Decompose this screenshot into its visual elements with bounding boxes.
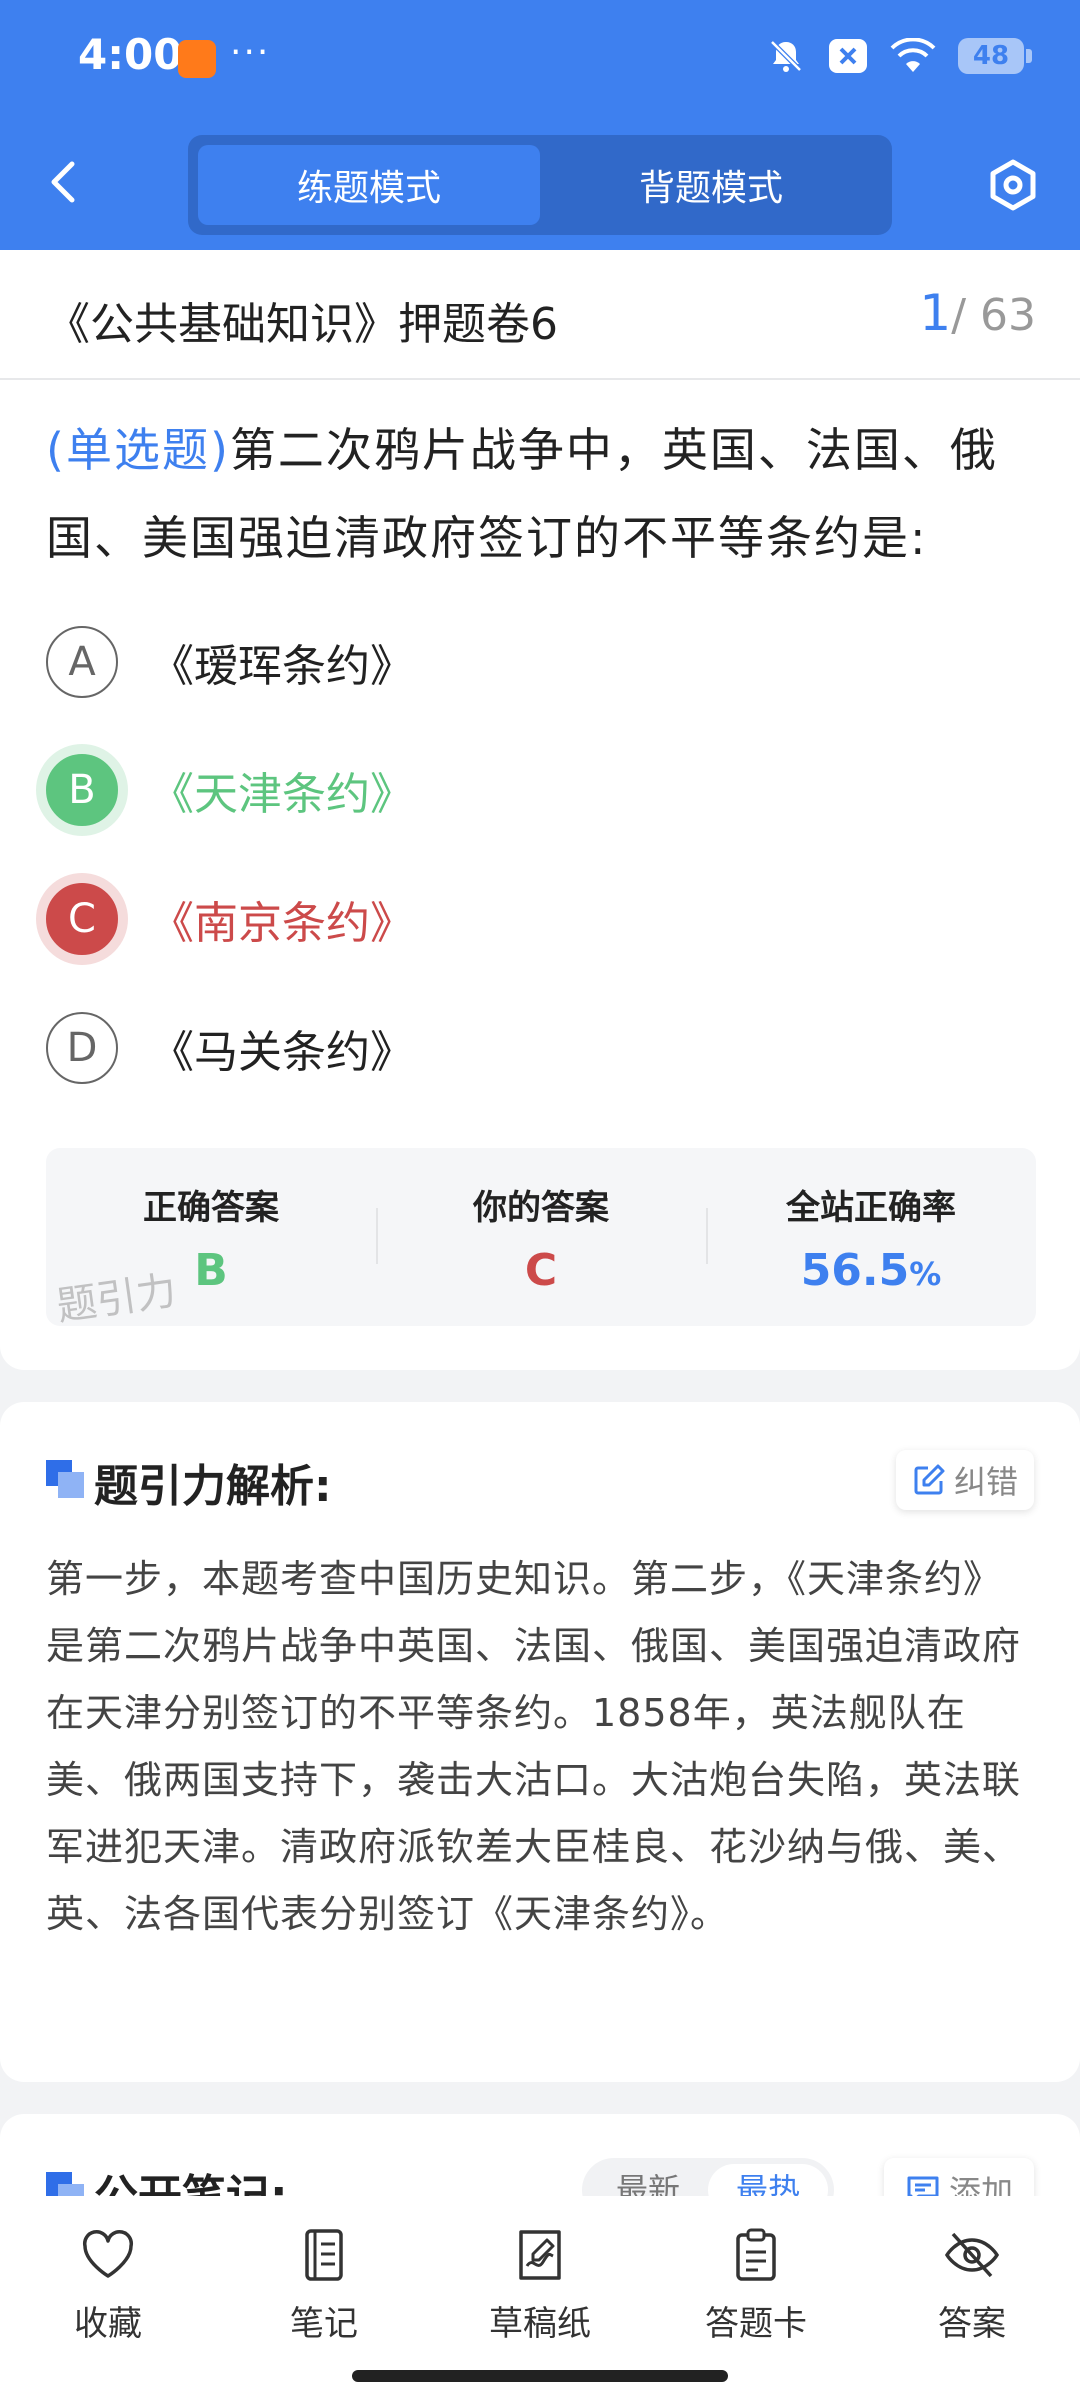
correct-answer-col: 正确答案 B 题引力 <box>46 1148 376 1330</box>
answer-summary: 正确答案 B 题引力 你的答案 C 全站正确率 56.5% <box>46 1148 1036 1330</box>
option-c[interactable]: C 《南京条约》 <box>46 879 414 959</box>
total-questions: / 63 <box>951 290 1036 341</box>
paper-title: 《公共基础知识》押题卷6 <box>46 299 558 350</box>
nav-favorite-label: 收藏 <box>74 2304 142 2344</box>
question-card: (单选题)第二次鸦片战争中，英国、法国、俄国、美国强迫清政府签订的不平等条约是:… <box>0 380 1080 1370</box>
option-d[interactable]: D 《马关条约》 <box>46 1008 414 1088</box>
option-a-text: 《瑷珲条约》 <box>150 641 414 692</box>
nav-favorite[interactable]: 收藏 <box>0 2196 216 2400</box>
option-d-badge: D <box>46 1012 118 1084</box>
your-answer-label: 你的答案 <box>473 1188 609 1228</box>
analysis-text: 第一步，本题考查中国历史知识。第二步，《天津条约》是第二次鸦片战争中英国、法国、… <box>46 1557 1022 1936</box>
heart-icon <box>82 2230 134 2278</box>
option-d-text: 《马关条约》 <box>150 1027 414 1078</box>
option-a-badge: A <box>46 626 118 698</box>
nav-draft-label: 草稿纸 <box>489 2304 591 2344</box>
your-answer-value: C <box>524 1245 558 1296</box>
wifi-icon <box>890 38 936 72</box>
option-c-text: 《南京条约》 <box>150 898 414 949</box>
more-notifications: ··· <box>230 32 271 73</box>
site-accuracy-label: 全站正确率 <box>786 1188 956 1228</box>
app-notification-icon <box>178 40 216 78</box>
paper-title-bar: 《公共基础知识》押题卷6 1/ 63 <box>0 250 1080 380</box>
analysis-card: 题引力解析: 纠错 第一步，本题考查中国历史知识。第二步，《天津条约》是第二次鸦… <box>0 1402 1080 2082</box>
battery-icon: 48 <box>958 38 1032 74</box>
tab-practice-mode[interactable]: 练题模式 <box>198 145 540 225</box>
nav-show-answer-label: 答案 <box>938 2304 1006 2344</box>
analysis-title: 题引力解析: <box>94 1461 332 1512</box>
nav-notes-label: 笔记 <box>290 2304 358 2344</box>
option-b[interactable]: B 《天津条约》 <box>46 750 414 830</box>
current-question-number: 1 <box>919 284 952 342</box>
question-text: (单选题)第二次鸦片战争中，英国、法国、俄国、美国强迫清政府签订的不平等条约是: <box>46 406 1040 582</box>
draft-icon <box>519 2230 561 2280</box>
home-indicator[interactable] <box>352 2370 728 2382</box>
accuracy-unit: % <box>909 1255 942 1293</box>
option-b-text: 《天津条约》 <box>150 769 414 820</box>
back-arrow-icon[interactable] <box>46 160 80 204</box>
option-c-badge: C <box>46 883 118 955</box>
nav-answer-card-label: 答题卡 <box>705 2304 807 2344</box>
site-accuracy-value: 56.5% <box>706 1245 1036 1296</box>
status-icons: 48 <box>766 36 1032 76</box>
tab-recite-mode[interactable]: 背题模式 <box>540 145 882 225</box>
section-square-icon <box>46 1460 84 1498</box>
mode-switch: 练题模式 背题模式 <box>188 135 892 235</box>
status-bar: 4:00 ··· 48 <box>0 0 1080 120</box>
report-error-button[interactable]: 纠错 <box>896 1450 1034 1510</box>
option-a[interactable]: A 《瑷珲条约》 <box>46 622 414 702</box>
mute-bell-icon <box>770 40 802 72</box>
question-type: (单选题) <box>46 423 230 477</box>
settings-gear-icon[interactable] <box>986 158 1040 212</box>
clipboard-icon <box>736 2228 776 2281</box>
edit-icon <box>914 1464 945 1495</box>
correct-answer-label: 正确答案 <box>143 1188 279 1228</box>
status-time: 4:00 <box>78 30 183 79</box>
site-accuracy-col: 全站正确率 56.5% <box>706 1148 1036 1326</box>
notebook-icon <box>305 2229 343 2281</box>
report-error-label: 纠错 <box>953 1463 1018 1501</box>
nav-show-answer[interactable]: 答案 <box>864 2196 1080 2400</box>
eye-off-icon <box>944 2232 1000 2278</box>
option-b-badge: B <box>46 754 118 826</box>
question-counter[interactable]: 1/ 63 <box>919 284 1036 342</box>
your-answer-col: 你的答案 C <box>376 1148 706 1326</box>
top-bar: 4:00 ··· 48 练题模式 背题模式 <box>0 0 1080 250</box>
accuracy-number: 56.5 <box>800 1245 910 1296</box>
close-box-icon <box>829 39 867 73</box>
